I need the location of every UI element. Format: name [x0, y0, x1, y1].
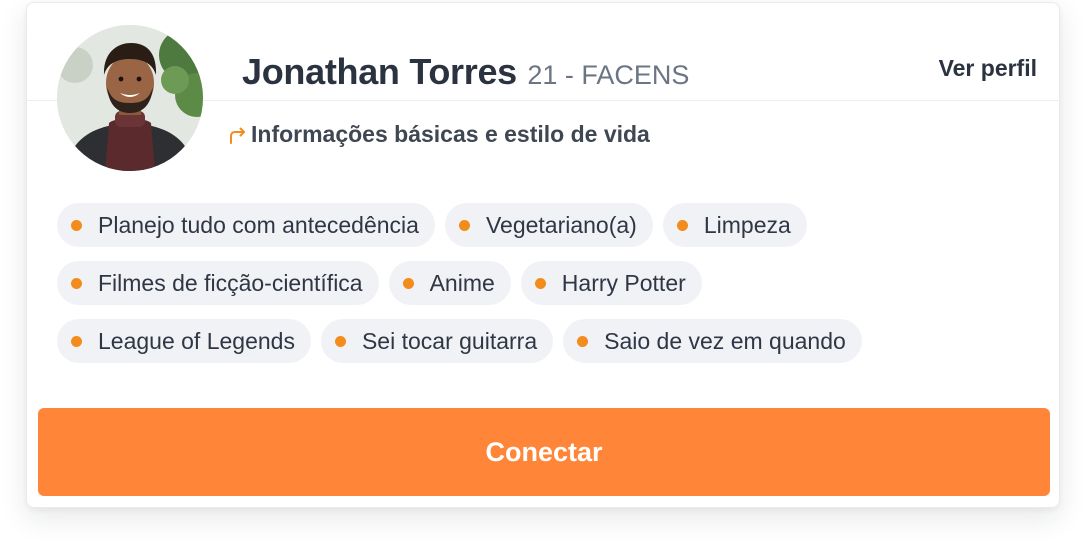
tag-chip: Sei tocar guitarra — [320, 319, 554, 363]
profile-name: Jonathan Torres — [242, 51, 517, 92]
tag-label: Anime — [429, 269, 495, 296]
connect-button[interactable]: Conectar — [38, 408, 1050, 496]
avatar[interactable] — [57, 25, 203, 171]
section-title-label: Informações básicas e estilo de vida — [251, 121, 650, 147]
tag-label: Harry Potter — [561, 269, 686, 296]
bullet-dot-icon — [71, 277, 82, 289]
tag-row: Filmes de ficção-científica Anime Harry … — [57, 261, 1037, 305]
tag-label: Sei tocar guitarra — [361, 327, 538, 354]
view-profile-link[interactable]: Ver perfil — [939, 55, 1037, 82]
tag-chip: Anime — [388, 261, 511, 305]
tag-chip: Filmes de ficção-científica — [57, 261, 379, 305]
tag-label: Saio de vez em quando — [604, 327, 846, 354]
profile-meta: 21 - FACENS — [527, 60, 690, 90]
tag-label: Vegetariano(a) — [485, 211, 637, 238]
bullet-dot-icon — [458, 219, 470, 231]
tag-label: Limpeza — [703, 211, 791, 238]
tag-row: Planejo tudo com antecedência Vegetarian… — [57, 203, 1037, 247]
bullet-dot-icon — [402, 277, 414, 289]
bullet-dot-icon — [334, 335, 346, 347]
section-title: Informações básicas e estilo de vida — [227, 121, 650, 148]
tag-chip: Harry Potter — [520, 261, 702, 305]
tag-chip: Planejo tudo com antecedência — [57, 203, 435, 247]
bullet-dot-icon — [71, 219, 82, 231]
bullet-dot-icon — [534, 277, 546, 289]
tag-row: League of Legends Sei tocar guitarra Sai… — [57, 319, 1037, 363]
bullet-dot-icon — [676, 219, 688, 231]
bullet-dot-icon — [71, 335, 82, 347]
bullet-dot-icon — [577, 335, 589, 347]
tag-label: League of Legends — [98, 327, 295, 354]
profile-card: Jonathan Torres 21 - FACENS Ver perfil I… — [26, 2, 1060, 508]
tag-chip: Saio de vez em quando — [563, 319, 862, 363]
tag-list: Planejo tudo com antecedência Vegetarian… — [57, 203, 1037, 363]
tag-label: Filmes de ficção-científica — [98, 269, 363, 296]
tag-label: Planejo tudo com antecedência — [98, 211, 419, 238]
arrow-turn-right-icon — [230, 127, 245, 144]
tag-chip: League of Legends — [57, 319, 311, 363]
tag-chip: Limpeza — [662, 203, 807, 247]
name-line: Jonathan Torres 21 - FACENS — [242, 51, 689, 93]
tag-chip: Vegetariano(a) — [444, 203, 653, 247]
